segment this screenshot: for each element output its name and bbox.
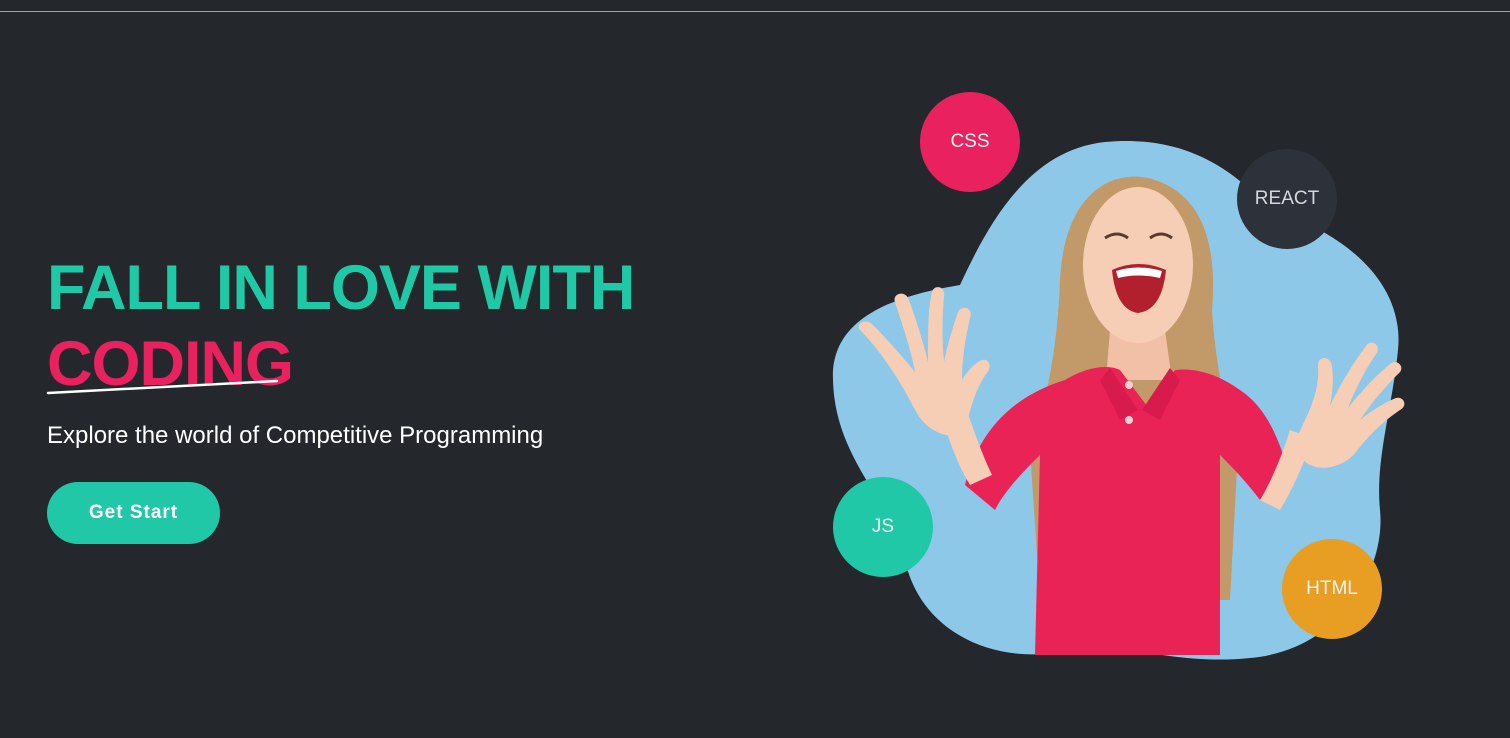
hero-illustration: CSS REACT JS HTML [820, 80, 1420, 680]
hero-text-section: FALL IN LOVE WITH CODING Explore the wor… [46, 250, 697, 544]
headline-line-1: FALL IN LOVE WITH [47, 253, 635, 323]
top-divider [0, 11, 1510, 12]
react-badge: REACT [1237, 149, 1337, 249]
headline-highlight-word: CODING [47, 329, 294, 399]
hero-headline: FALL IN LOVE WITH CODING [46, 250, 697, 402]
headline-line-2: CODING [46, 326, 294, 402]
get-start-button[interactable]: Get Start [47, 482, 220, 544]
hero-subtitle: Explore the world of Competitive Program… [47, 422, 544, 449]
js-badge: JS [833, 477, 933, 577]
landing-page: FALL IN LOVE WITH CODING Explore the wor… [0, 0, 1510, 738]
css-badge: CSS [920, 92, 1020, 192]
html-badge: HTML [1282, 539, 1382, 639]
